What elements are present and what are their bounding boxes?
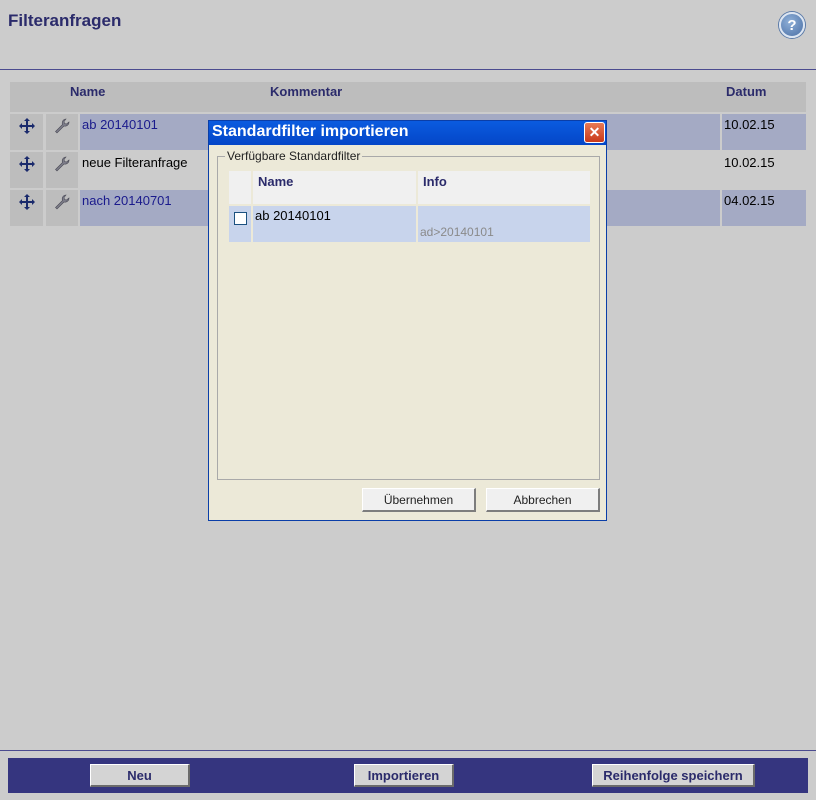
row-date: 04.02.15 (722, 190, 806, 226)
table-header: Name Kommentar Datum (10, 82, 806, 112)
column-header-name: Name (253, 171, 416, 204)
table-row[interactable]: ab 20140101 ad>20140101 (229, 206, 590, 242)
row-info: ad>20140101 (420, 225, 494, 239)
row-date: 10.02.15 (722, 152, 806, 188)
header-divider (0, 69, 816, 70)
edit-button[interactable] (46, 152, 78, 188)
dialog-title: Standardfilter importieren (212, 123, 409, 140)
apply-button[interactable]: Übernehmen (362, 488, 476, 512)
row-info-cell: ad>20140101 (418, 206, 590, 242)
new-button[interactable]: Neu (90, 764, 190, 787)
edit-button[interactable] (46, 190, 78, 226)
column-header-date: Datum (726, 84, 767, 99)
column-header-comment: Kommentar (270, 84, 343, 99)
standard-filter-table: Name Info ab 20140101 ad>20140101 (229, 171, 590, 242)
column-header-info: Info (418, 171, 590, 204)
move-arrows-icon[interactable] (18, 156, 35, 172)
import-dialog: Standardfilter importieren ✕ Verfügbare … (208, 120, 607, 521)
move-arrows-icon[interactable] (18, 118, 35, 134)
row-name[interactable]: nach 20140701 (82, 193, 172, 208)
edit-button[interactable] (46, 114, 78, 150)
drag-handle[interactable] (10, 190, 43, 226)
row-checkbox[interactable] (234, 212, 247, 225)
row-name[interactable]: ab 20140101 (82, 117, 158, 132)
drag-handle[interactable] (10, 114, 43, 150)
cancel-button[interactable]: Abbrechen (486, 488, 600, 512)
wrench-icon[interactable] (54, 118, 70, 134)
column-header-name: Name (70, 84, 106, 99)
wrench-icon[interactable] (54, 156, 70, 172)
save-order-button[interactable]: Reihenfolge speichern (592, 764, 755, 787)
footer-divider (0, 750, 816, 751)
close-icon[interactable]: ✕ (584, 122, 605, 143)
select-cell[interactable] (229, 206, 251, 242)
available-filters-group: Verfügbare Standardfilter Name Info ab 2… (217, 149, 600, 480)
drag-handle[interactable] (10, 152, 43, 188)
fieldset-legend: Verfügbare Standardfilter (225, 149, 363, 163)
row-date: 10.02.15 (722, 114, 806, 150)
dialog-titlebar[interactable]: Standardfilter importieren ✕ (209, 121, 606, 145)
move-arrows-icon[interactable] (18, 194, 35, 210)
footer-toolbar: Neu Importieren Reihenfolge speichern (8, 758, 808, 793)
row-name[interactable]: neue Filteranfrage (82, 155, 188, 170)
row-name: ab 20140101 (253, 206, 416, 242)
column-header-select (229, 171, 251, 204)
wrench-icon[interactable] (54, 194, 70, 210)
table-header: Name Info (229, 171, 590, 204)
help-icon[interactable]: ? (779, 12, 805, 38)
import-button[interactable]: Importieren (354, 764, 454, 787)
page-title: Filteranfragen (8, 11, 122, 30)
